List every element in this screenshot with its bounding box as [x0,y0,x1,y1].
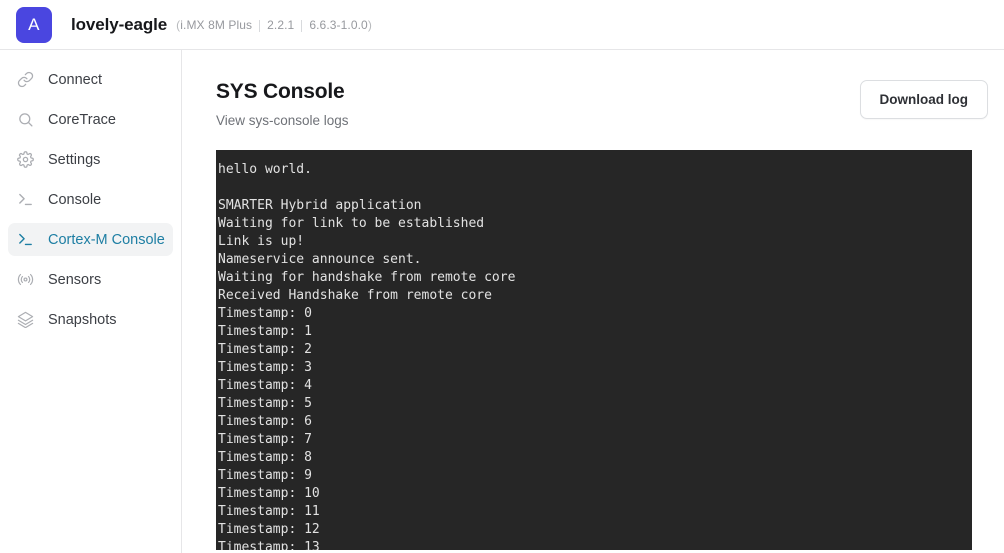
console-line: Timestamp: 7 [218,432,312,448]
sidebar-item-cortex-m-console[interactable]: Cortex-M Console [8,223,173,256]
app-body: Connect CoreTrace Settings Console Cortex-M … [0,50,1004,553]
page-header: SYS Console View sys-console logs Downlo… [216,80,988,128]
sidebar-item-label: Console [48,191,102,208]
link-icon [16,71,34,89]
meta-separator-1 [259,19,261,32]
gear-icon [16,151,34,169]
console-line: Timestamp: 4 [218,378,312,394]
sidebar-item-settings[interactable]: Settings [8,143,173,176]
console-line: Timestamp: 5 [218,396,312,412]
sidebar-item-label: Snapshots [48,311,117,328]
console-line: Nameservice announce sent. [218,252,422,268]
sidebar-item-sensors[interactable]: Sensors [8,263,173,296]
download-log-button[interactable]: Download log [859,80,988,119]
console-line: Waiting for link to be established [218,216,485,232]
search-icon [16,111,34,129]
console-line: Timestamp: 9 [218,468,312,484]
sidebar-item-label: Cortex-M Console [48,231,165,248]
sidebar-item-label: Settings [48,151,101,168]
sidebar-item-coretrace[interactable]: CoreTrace [8,103,173,136]
console-line: Timestamp: 11 [218,504,320,520]
console-line: Timestamp: 0 [218,306,312,322]
page-header-text: SYS Console View sys-console logs [216,80,349,128]
meta-paren-close: ) [367,17,372,32]
console-line: Timestamp: 10 [218,486,320,502]
broadcast-icon [16,271,34,289]
page-subtitle: View sys-console logs [216,113,349,129]
layers-icon [16,311,34,329]
meta-platform: i.MX 8M Plus [180,17,253,32]
app-header: A lovely-eagle ( i.MX 8M Plus 2.2.1 6.6.… [0,0,1004,50]
console-line: Timestamp: 6 [218,414,312,430]
sidebar-item-label: CoreTrace [48,111,116,128]
device-name: lovely-eagle [71,14,168,34]
sidebar: Connect CoreTrace Settings Console Cortex-M … [0,50,182,553]
console-line: Received Handshake from remote core [218,288,492,304]
sidebar-item-console[interactable]: Console [8,183,173,216]
terminal-icon [16,191,34,209]
main-content: SYS Console View sys-console logs Downlo… [182,50,1004,553]
device-meta: ( i.MX 8M Plus 2.2.1 6.6.3-1.0.0 ) [176,18,372,32]
meta-kernel: 6.6.3-1.0.0 [309,17,368,32]
sidebar-item-snapshots[interactable]: Snapshots [8,303,173,336]
console-line: Timestamp: 3 [218,360,312,376]
meta-version: 2.2.1 [267,17,295,32]
console-line: Timestamp: 12 [218,522,320,538]
console-line: hello world. [218,162,312,178]
sidebar-item-label: Connect [48,71,103,88]
console-line: Timestamp: 8 [218,450,312,466]
meta-separator-2 [301,19,303,32]
sidebar-item-connect[interactable]: Connect [8,63,173,96]
terminal-icon [16,231,34,249]
page-title: SYS Console [216,80,345,103]
console-line: SMARTER Hybrid application [218,198,422,214]
avatar: A [16,6,52,43]
sidebar-item-label: Sensors [48,271,102,288]
console-line: Waiting for handshake from remote core [218,270,516,286]
console-line: Timestamp: 2 [218,342,312,358]
console-line: Timestamp: 13 [218,540,320,551]
console-line: Timestamp: 1 [218,324,312,340]
console-log-panel[interactable]: hello world. SMARTER Hybrid application Wa… [216,150,972,551]
console-line: Link is up! [218,234,305,250]
